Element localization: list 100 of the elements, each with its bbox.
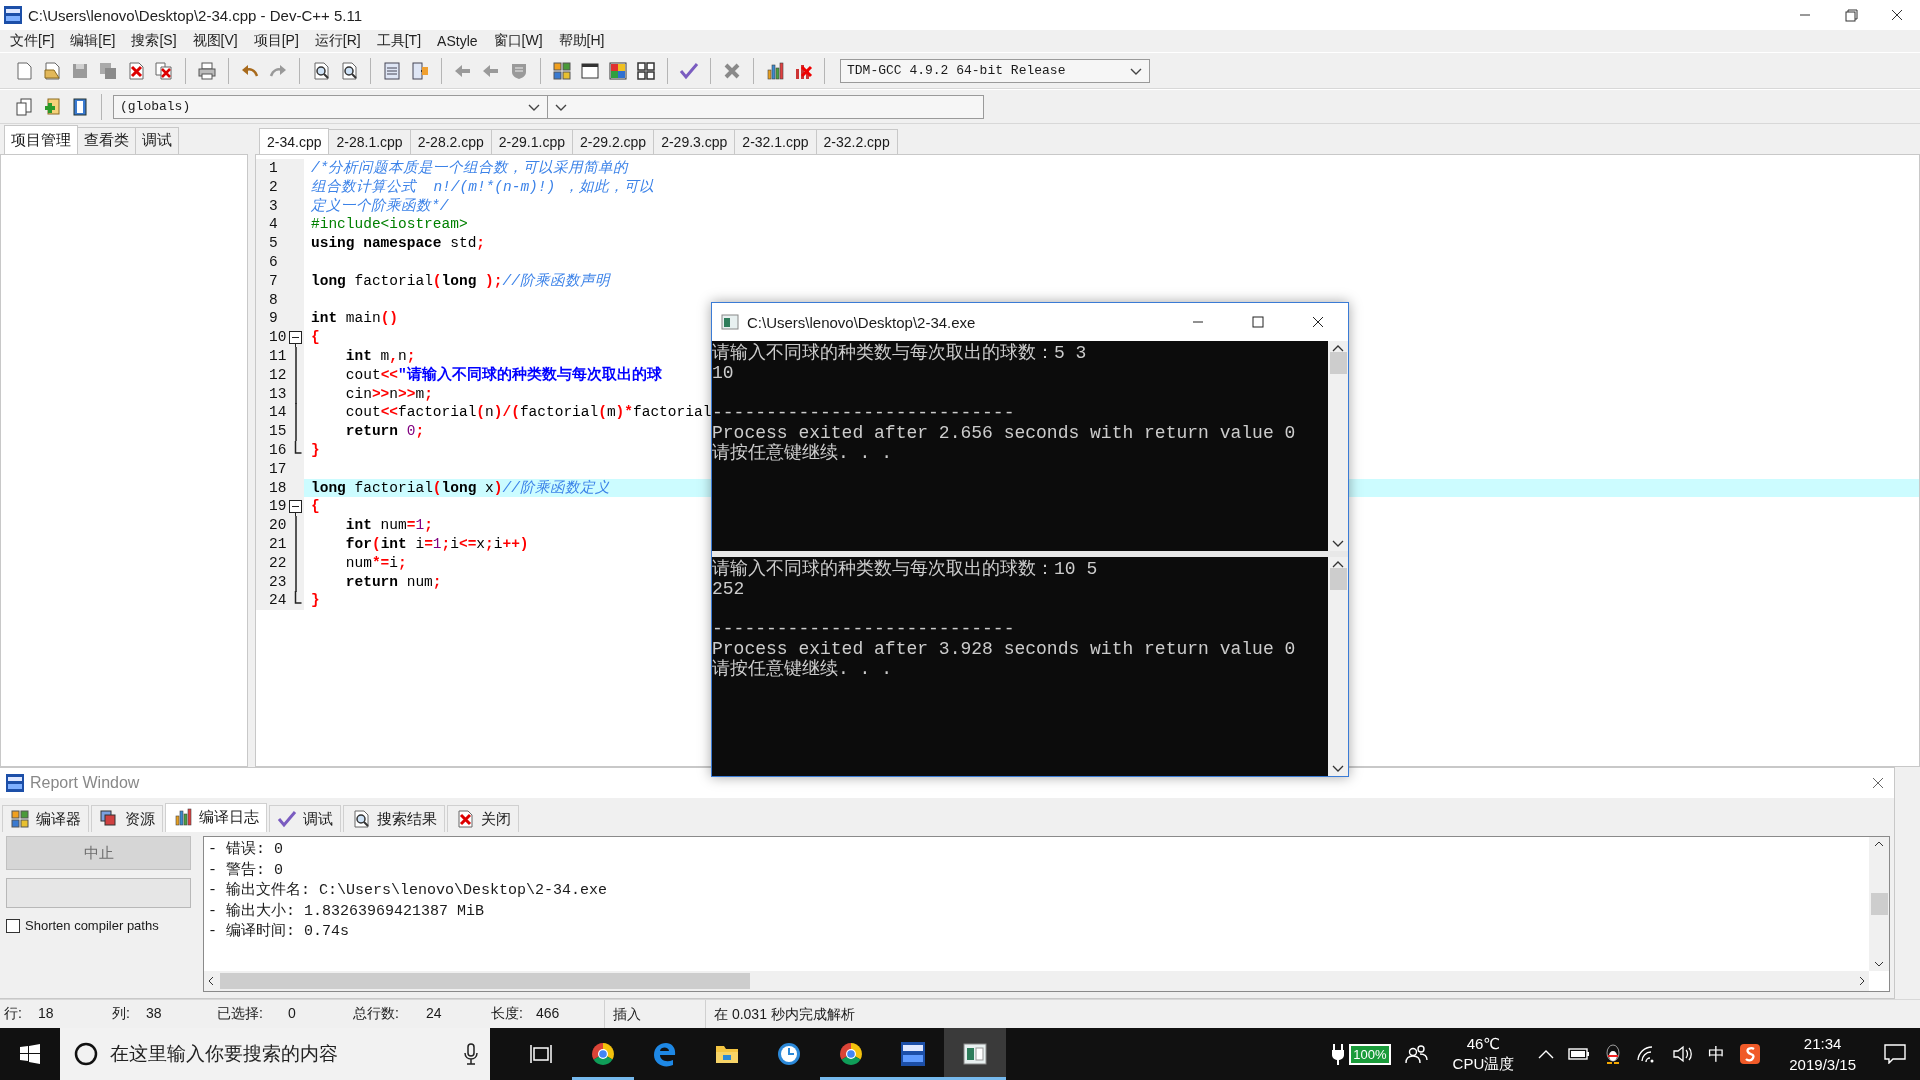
bar-chart-icon [173, 807, 193, 827]
fold-toggle[interactable] [288, 497, 304, 517]
code-line: #include<iostream> [311, 216, 468, 233]
line-number: 12 [268, 365, 288, 385]
grid-icon[interactable] [552, 60, 572, 81]
search-input[interactable]: 在这里输入你要搜索的内容 [108, 1042, 454, 1066]
squares-icon [99, 809, 119, 829]
list-arrow-icon[interactable] [410, 60, 430, 81]
bookmark-icon[interactable] [70, 96, 90, 117]
taskbar-button[interactable] [944, 1028, 1006, 1080]
clock-time[interactable]: 21:34 [1803, 1033, 1842, 1054]
report-tab[interactable]: 编译器 [2, 805, 89, 832]
code-line: cin>>n>>m; [344, 385, 433, 402]
window-title: C:\Users\lenovo\Desktop\2-34.cpp - Dev-C++ 5.11 [28, 6, 364, 24]
report-tab[interactable]: 资源 [91, 805, 163, 832]
code-line: for(int i=1;i<=x;i++) [344, 535, 529, 552]
scroll-thumb[interactable] [1329, 568, 1347, 590]
close-button[interactable] [1870, 775, 1886, 791]
code-line: cout<<"请输入不同球的种类数与每次取出的球 [344, 366, 662, 383]
menu-item[interactable]: 工具[T] [368, 32, 430, 50]
page-search-icon[interactable] [339, 60, 359, 81]
status-value: 38 [146, 1005, 162, 1023]
menu-item[interactable]: 编辑[E] [62, 32, 124, 50]
vertical-scrollbar[interactable] [1328, 341, 1348, 551]
menu-item[interactable]: AStyle [429, 33, 486, 49]
plus-icon[interactable] [42, 96, 62, 117]
menu-item[interactable]: 窗口[W] [485, 32, 551, 50]
grid-icon [10, 809, 30, 829]
scroll-thumb[interactable] [1329, 352, 1347, 374]
file-tab[interactable]: 2-34.cpp [259, 128, 330, 154]
symbol-dropdown[interactable] [547, 94, 984, 119]
report-tab[interactable]: 调试 [269, 805, 341, 832]
app-logo-icon [900, 1041, 926, 1067]
microphone-icon[interactable] [464, 1043, 478, 1065]
line-number: 9 [268, 309, 279, 329]
line-number: 14 [268, 403, 288, 423]
pages-cross-icon[interactable] [154, 60, 174, 81]
report-tab[interactable]: 关闭 [447, 805, 519, 832]
console-line: 252 [712, 579, 745, 599]
line-number: 6 [268, 253, 279, 272]
menu-item[interactable]: 项目[P] [245, 32, 307, 50]
console-line: ---------------------------- [712, 619, 1015, 639]
menu-item[interactable]: 帮助[H] [550, 32, 613, 50]
scroll-thumb[interactable] [220, 973, 750, 989]
code-line: long factorial(long );//阶乘函数声明 [311, 272, 610, 289]
checkbox[interactable] [6, 918, 20, 933]
search-box[interactable]: 在这里输入你要搜索的内容 [60, 1028, 490, 1080]
penguin-icon[interactable] [1604, 1043, 1623, 1065]
pages-icon[interactable] [14, 96, 34, 117]
chevron-up-icon[interactable] [1538, 1049, 1555, 1059]
fold-toggle[interactable] [288, 328, 304, 348]
colored-grid-icon[interactable] [608, 60, 628, 81]
menu-item[interactable]: 视图[V] [184, 32, 246, 50]
console-line: ---------------------------- [712, 403, 1015, 423]
file-tab[interactable]: 2-32.2.cpp [815, 129, 898, 154]
compiler-dropdown[interactable]: TDM-GCC 4.9.2 64-bit Release [840, 58, 1150, 83]
report-tab[interactable]: 搜索结果 [343, 805, 445, 832]
line-number: 7 [268, 271, 279, 291]
menu-item[interactable]: 运行[R] [306, 32, 369, 50]
list-icon[interactable] [382, 60, 402, 81]
console-window-icon [721, 314, 739, 330]
code-line: { [311, 329, 320, 346]
menu-item[interactable]: 文件[F] [2, 32, 63, 50]
code-line: return num; [344, 573, 442, 590]
app-tile-icon[interactable] [1739, 1043, 1762, 1065]
vertical-scrollbar[interactable] [1869, 837, 1889, 971]
people-icon[interactable] [1404, 1044, 1429, 1064]
tab-label: 资源 [125, 809, 155, 829]
horizontal-scrollbar[interactable] [204, 971, 1869, 991]
clock-date[interactable]: 2019/3/15 [1789, 1054, 1856, 1075]
bar-chart-icon[interactable] [765, 60, 785, 81]
scroll-thumb[interactable] [1870, 893, 1888, 915]
battery-icon[interactable] [1568, 1047, 1591, 1061]
report-tab[interactable]: 编译日志 [165, 803, 267, 832]
log-line: - 警告: 0 [208, 860, 283, 881]
windows-start-icon[interactable] [20, 1044, 40, 1064]
status-value: 18 [38, 1005, 54, 1023]
vertical-scrollbar[interactable] [1328, 557, 1348, 776]
task-view-icon[interactable] [530, 1044, 552, 1064]
status-label: 总行数: [353, 1005, 400, 1023]
page-cross-icon[interactable] [126, 60, 146, 81]
window-title: C:\Users\lenovo\Desktop\2-34.exe [747, 313, 977, 331]
folder-icon[interactable] [42, 60, 62, 81]
window-icon[interactable] [580, 60, 600, 81]
menu-item[interactable]: 搜索[S] [123, 32, 185, 50]
panel-tab[interactable]: 调试 [135, 127, 179, 154]
grid-outline-icon[interactable] [636, 60, 656, 81]
printer-icon[interactable] [197, 60, 217, 81]
disks-icon[interactable] [98, 60, 118, 81]
input-method-indicator[interactable]: 中 [1708, 1042, 1726, 1066]
notification-icon[interactable] [1884, 1044, 1906, 1064]
panel-tab[interactable]: 项目管理 [4, 125, 78, 154]
page-search-icon[interactable] [311, 60, 331, 81]
speaker-icon[interactable] [1672, 1045, 1695, 1063]
line-number: 1 [268, 159, 279, 178]
chrome-like-icon [590, 1041, 616, 1067]
line-number: 2 [268, 177, 279, 197]
circle-icon [74, 1042, 98, 1066]
checkmark-icon[interactable] [679, 60, 699, 81]
scope-dropdown[interactable]: (globals) [113, 94, 548, 119]
